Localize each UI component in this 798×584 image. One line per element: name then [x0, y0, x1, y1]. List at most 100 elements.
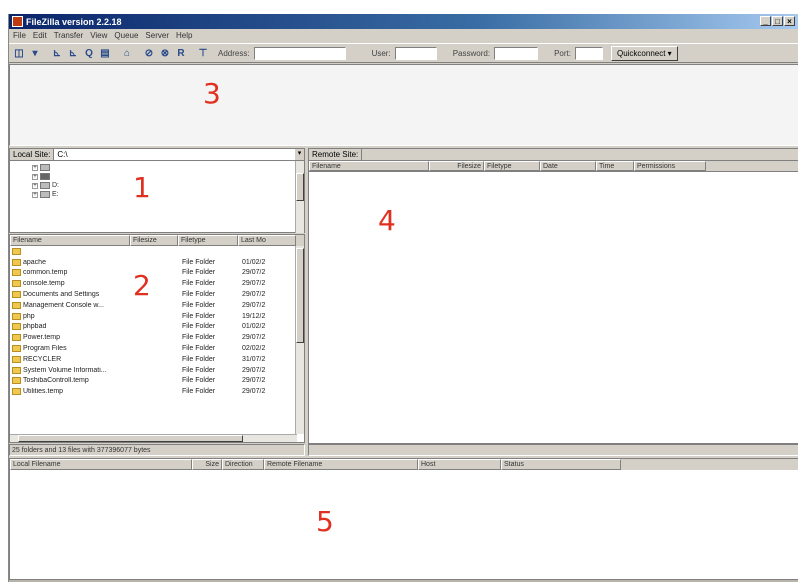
col-permissions[interactable]: Permissions — [634, 161, 706, 171]
file-date: 01/02/2 — [242, 323, 266, 331]
message-log[interactable] — [9, 64, 798, 146]
list-item[interactable]: Power.temp File Folder 29/07/2 — [10, 332, 304, 343]
col-filesize[interactable]: Filesize — [130, 235, 178, 246]
col-filetype[interactable]: Filetype — [178, 235, 238, 246]
col-time[interactable]: Time — [596, 161, 634, 171]
queue-column-headers: Local Filename Size Direction Remote Fil… — [10, 459, 798, 470]
col-status[interactable]: Status — [501, 459, 621, 470]
filter-icon[interactable]: ⊤ — [196, 46, 210, 60]
list-item[interactable]: Utilities.temp File Folder 29/07/2 — [10, 386, 304, 397]
menu-edit[interactable]: Edit — [33, 31, 47, 40]
list-item[interactable]: php File Folder 19/12/2 — [10, 311, 304, 322]
site-manager-icon[interactable]: ◫ — [12, 46, 26, 60]
col-filename[interactable]: Filename — [309, 161, 429, 171]
list-item[interactable] — [10, 246, 304, 257]
expand-icon[interactable]: + — [32, 164, 38, 171]
tree-item-drive[interactable]: + D: — [10, 181, 304, 190]
expand-icon[interactable]: + — [32, 182, 38, 189]
disconnect-icon[interactable]: ⊗ — [158, 46, 172, 60]
tree-scrollbar[interactable] — [295, 161, 304, 233]
file-date: 02/02/2 — [242, 345, 266, 353]
password-input[interactable] — [494, 46, 539, 60]
col-local-filename[interactable]: Local Filename — [10, 459, 192, 470]
col-last-modified[interactable]: Last Mo — [238, 235, 296, 246]
list-item[interactable]: common.temp File Folder 29/07/2 — [10, 268, 304, 279]
file-name: ToshibaControll.temp — [23, 377, 89, 385]
file-name: common.temp — [23, 269, 68, 277]
user-label: User: — [371, 48, 391, 58]
folder-icon — [12, 247, 21, 255]
menu-view[interactable]: View — [90, 31, 107, 40]
list-item[interactable]: apache File Folder 01/02/2 — [10, 257, 304, 268]
scroll-thumb[interactable] — [18, 435, 243, 442]
list-item[interactable]: phpbad File Folder 01/02/2 — [10, 322, 304, 333]
file-type: File Folder — [182, 355, 216, 363]
col-filetype[interactable]: Filetype — [484, 161, 540, 171]
minimize-icon[interactable]: _ — [760, 16, 771, 26]
dropdown-arrow-icon[interactable]: ▾ — [28, 46, 42, 60]
menu-file[interactable]: File — [13, 31, 26, 40]
tree-item-drive[interactable]: + — [10, 172, 304, 181]
menu-transfer[interactable]: Transfer — [54, 31, 84, 40]
local-file-list[interactable]: Filename Filesize Filetype Last Mo apach… — [9, 234, 305, 443]
list-item[interactable]: System Volume Informati... File Folder 29/… — [10, 365, 304, 376]
search-icon[interactable]: Q — [82, 46, 96, 60]
title-bar: FileZilla version 2.2.18 _ □ × — [9, 14, 798, 29]
list-item[interactable]: RECYCLER File Folder 31/07/2 — [10, 354, 304, 365]
user-input[interactable] — [394, 46, 437, 60]
file-name: Documents and Settings — [23, 291, 100, 299]
address-input[interactable] — [253, 46, 346, 60]
file-type: File Folder — [182, 345, 216, 353]
col-filename[interactable]: Filename — [10, 235, 130, 246]
file-date: 01/02/2 — [242, 258, 266, 266]
file-list-scrollbar[interactable] — [295, 246, 304, 434]
list-item[interactable]: Management Console w... File Folder 29/07/… — [10, 300, 304, 311]
col-host[interactable]: Host — [418, 459, 501, 470]
tree-item-drive[interactable]: + E: — [10, 190, 304, 199]
col-date[interactable]: Date — [540, 161, 596, 171]
list-item[interactable]: Documents and Settings File Folder 29/07/2 — [10, 289, 304, 300]
folder-icon — [12, 366, 21, 374]
remote-file-pane[interactable]: Remote Site: Filename Filesize Filetype … — [308, 148, 798, 444]
expand-icon[interactable]: + — [32, 173, 38, 180]
menu-server[interactable]: Server — [145, 31, 169, 40]
toggle-log-icon[interactable]: ▤ — [98, 46, 112, 60]
reconnect-icon[interactable]: R — [174, 46, 188, 60]
menu-queue[interactable]: Queue — [114, 31, 138, 40]
menu-help[interactable]: Help — [176, 31, 192, 40]
tree-item-drive[interactable]: + — [10, 163, 304, 172]
expand-icon[interactable]: + — [32, 191, 38, 198]
file-date: 31/07/2 — [242, 355, 266, 363]
cancel-icon[interactable]: ⊘ — [142, 46, 156, 60]
list-item[interactable]: console.temp File Folder 29/07/2 — [10, 278, 304, 289]
file-list-hscrollbar[interactable] — [10, 434, 297, 442]
list-item[interactable]: ToshibaControll.temp File Folder 29/07/2 — [10, 376, 304, 387]
file-name: phpbad — [23, 323, 47, 331]
scroll-thumb[interactable] — [296, 173, 304, 201]
col-size[interactable]: Size — [192, 459, 222, 470]
folder-icon — [12, 291, 21, 299]
file-name: Utilities.temp — [23, 388, 64, 396]
chevron-down-icon[interactable]: ▾ — [295, 149, 304, 160]
quickconnect-button-label: Quickconnect — [616, 48, 666, 58]
toggle-tree-icon[interactable]: ⊾ — [50, 46, 64, 60]
col-filesize[interactable]: Filesize — [429, 161, 484, 171]
transfer-queue[interactable]: Local Filename Size Direction Remote Fil… — [9, 458, 798, 580]
local-path-input[interactable]: C:\ — [54, 149, 295, 160]
quickconnect-button[interactable]: Quickconnect ▾ — [610, 45, 678, 61]
list-item[interactable]: Program Files File Folder 02/02/2 — [10, 343, 304, 354]
file-name: RECYCLER — [23, 355, 62, 363]
file-name: php — [23, 312, 35, 320]
toggle-remote-tree-icon[interactable]: ⊾ — [66, 46, 80, 60]
file-date: 29/07/2 — [242, 334, 266, 342]
close-icon[interactable]: × — [784, 16, 795, 26]
address-label: Address: — [218, 48, 250, 58]
maximize-icon[interactable]: □ — [772, 16, 783, 26]
col-direction[interactable]: Direction — [222, 459, 264, 470]
local-directory-tree[interactable]: Local Site: C:\ ▾ + + + D: + E: — [9, 148, 305, 233]
port-input[interactable] — [574, 46, 603, 60]
scroll-thumb[interactable] — [296, 248, 304, 343]
col-remote-filename[interactable]: Remote Filename — [264, 459, 418, 470]
tree-item-label: E: — [52, 191, 59, 198]
home-icon[interactable]: ⌂ — [120, 46, 134, 60]
